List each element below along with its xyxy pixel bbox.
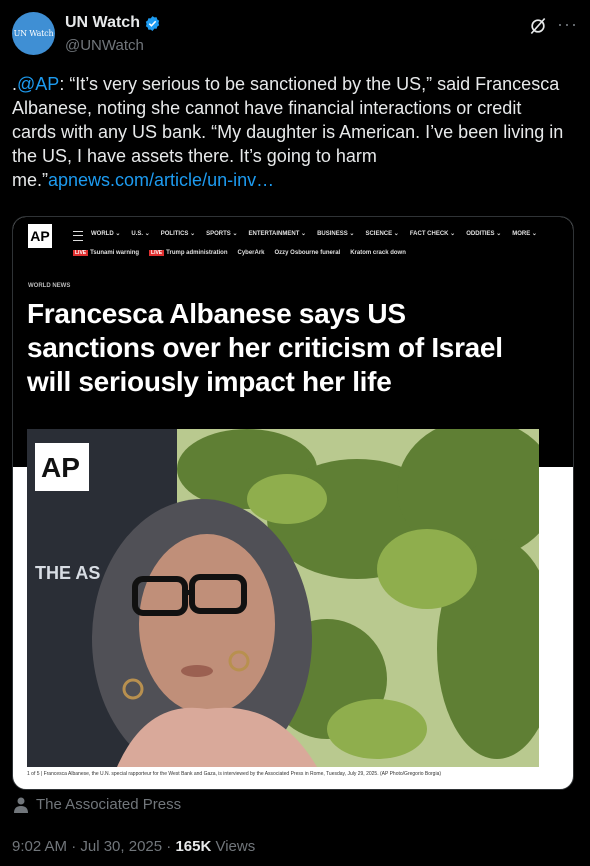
photo-sign-logo: AP: [41, 452, 80, 483]
more-options-icon[interactable]: ···: [557, 14, 578, 35]
tweet-meta: 9:02 AM · Jul 30, 2025 · 165K Views: [12, 838, 255, 855]
menu-icon: [73, 231, 83, 241]
article-link[interactable]: apnews.com/article/un-inv…: [48, 170, 274, 190]
view-count: 165K: [175, 838, 212, 855]
handle[interactable]: @UNWatch: [65, 37, 144, 54]
verified-badge-icon: [145, 15, 160, 31]
article-headline: Francesca Albanese says US sanctions ove…: [27, 298, 503, 397]
nav-item: ODDITIES ⌄: [466, 231, 502, 237]
trending-item: LIVE Tsunami warning: [73, 250, 140, 256]
source-label: The Associated Press: [36, 796, 182, 813]
trending-bar: LIVE Tsunami warning LIVE Trump administra…: [73, 250, 406, 256]
site-nav: WORLD ⌄ U.S. ⌄ POLITICS ⌄ SPORTS ⌄ ENTER…: [91, 230, 537, 237]
nav-item: SCIENCE ⌄: [365, 231, 399, 237]
nav-item: FACT CHECK ⌄: [409, 231, 456, 237]
photo-caption: 1 of 5 | Francesca Albanese, the U.N. sp…: [27, 771, 442, 777]
display-name[interactable]: UN Watch: [65, 14, 140, 32]
nav-item: SPORTS ⌄: [206, 231, 238, 237]
timestamp[interactable]: 9:02 AM · Jul 30, 2025 ·: [12, 838, 175, 855]
section-kicker: WORLD NEWS: [28, 283, 71, 289]
live-badge: LIVE: [149, 250, 165, 256]
article-photo: AP THE AS: [27, 429, 539, 767]
nav-item: WORLD ⌄: [91, 231, 121, 237]
nav-item: ENTERTAINMENT ⌄: [248, 231, 307, 237]
avatar[interactable]: UN Watch: [12, 12, 55, 55]
link-card[interactable]: AP WORLD ⌄ U.S. ⌄ POLITICS ⌄ SPORTS ⌄ EN…: [12, 216, 574, 790]
grok-icon[interactable]: [528, 16, 548, 36]
trending-item: Ozzy Osbourne funeral: [274, 250, 341, 256]
photo-sign-text: THE AS: [35, 563, 100, 583]
trending-item: CyberArk: [237, 250, 265, 256]
trending-item: LIVE Trump administration: [149, 250, 228, 256]
nav-item: MORE ⌄: [512, 231, 537, 237]
ap-logo: AP: [28, 224, 52, 248]
mention-link[interactable]: @AP: [17, 74, 59, 94]
live-badge: LIVE: [73, 250, 89, 256]
name-line: UN Watch: [65, 14, 161, 32]
nav-item: U.S. ⌄: [131, 231, 150, 237]
tweet-header: UN Watch UN Watch @UNWatch ···: [12, 12, 578, 58]
views-label: Views: [211, 838, 256, 855]
nav-item: POLITICS ⌄: [160, 231, 196, 237]
nav-item: BUSINESS ⌄: [317, 231, 355, 237]
person-icon: [14, 797, 28, 813]
trending-item: Kratom crack down: [350, 250, 406, 256]
card-source[interactable]: The Associated Press: [14, 796, 181, 813]
tweet-text: .@AP: “It’s very serious to be sanctione…: [12, 74, 564, 190]
